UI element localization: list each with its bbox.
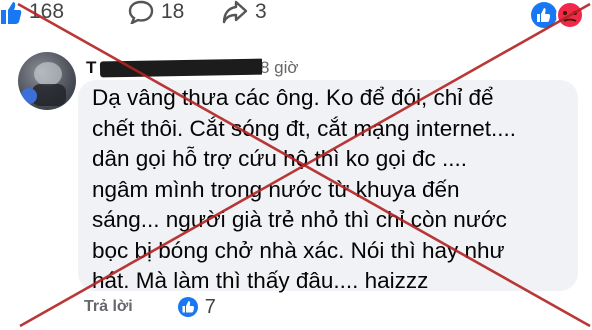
comment-timestamp[interactable]: 8 giờ [260, 58, 299, 78]
likes-stat[interactable]: 168 [0, 0, 64, 24]
like-reaction-icon [531, 2, 557, 28]
comments-count: 18 [161, 0, 185, 23]
reaction-icons [531, 1, 584, 29]
shares-stat[interactable]: 3 [222, 0, 267, 24]
reply-button[interactable]: Trả lời [84, 298, 133, 316]
author-initial: T [86, 58, 97, 77]
author-name[interactable]: T [86, 58, 262, 78]
profile-photo-icon [21, 62, 66, 106]
angry-reaction-icon [556, 1, 584, 29]
comment-reactions[interactable]: 7 [177, 296, 216, 319]
shares-count: 3 [255, 0, 267, 23]
comment-text: Dạ vâng thưa các ông. Ko để đói, chỉ để … [92, 85, 516, 293]
avatar[interactable] [18, 52, 76, 110]
comment-bubble-icon [128, 0, 154, 24]
comments-stat[interactable]: 18 [128, 0, 184, 24]
reaction-count: 7 [204, 295, 216, 318]
comment-actions: Trả lời 7 [84, 296, 216, 318]
post-stats-bar: 168 18 3 [0, 0, 592, 26]
name-redaction-mark [99, 58, 262, 78]
share-arrow-icon [222, 0, 248, 24]
comment-header: T 8 giờ [86, 57, 299, 79]
like-thumb-icon [1, 2, 22, 24]
likes-count: 168 [29, 0, 65, 23]
like-reaction-small-icon [177, 297, 198, 317]
